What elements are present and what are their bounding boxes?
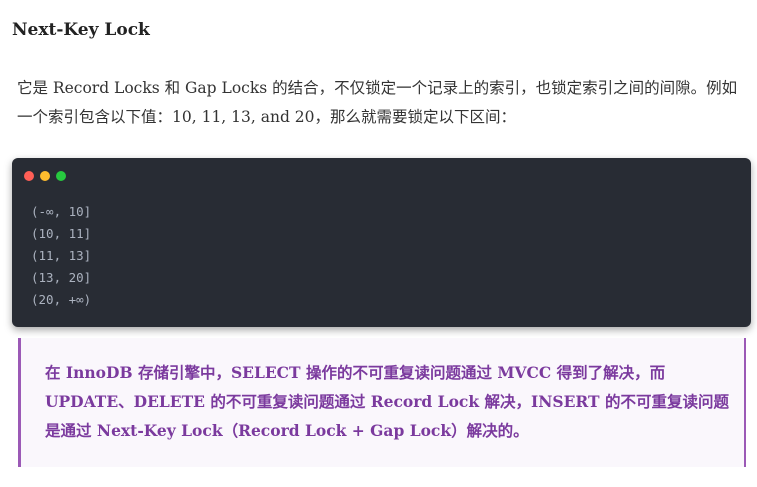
code-line: (20, +∞) (31, 292, 92, 307)
code-line: (13, 20] (31, 270, 92, 285)
code-line: (11, 13] (31, 248, 92, 263)
blockquote: 在 InnoDB 存储引擎中，SELECT 操作的不可重复读问题通过 MVCC … (18, 338, 746, 467)
code-line: (-∞, 10] (31, 204, 92, 219)
code-block: (-∞, 10] (10, 11] (11, 13] (13, 20] (20, +∞) (12, 158, 751, 327)
quote-text: 在 InnoDB 存储引擎中，SELECT 操作的不可重复读问题通过 MVCC … (45, 363, 729, 440)
section-heading: Next-Key Lock (12, 20, 150, 40)
code-content: (-∞, 10] (10, 11] (11, 13] (13, 20] (20, +∞) (31, 201, 91, 311)
maximize-dot-icon (56, 171, 66, 181)
close-dot-icon (24, 171, 34, 181)
code-line: (10, 11] (31, 226, 92, 241)
paragraph: 它是 Record Locks 和 Gap Locks 的结合，不仅锁定一个记录… (17, 79, 738, 126)
minimize-dot-icon (40, 171, 50, 181)
